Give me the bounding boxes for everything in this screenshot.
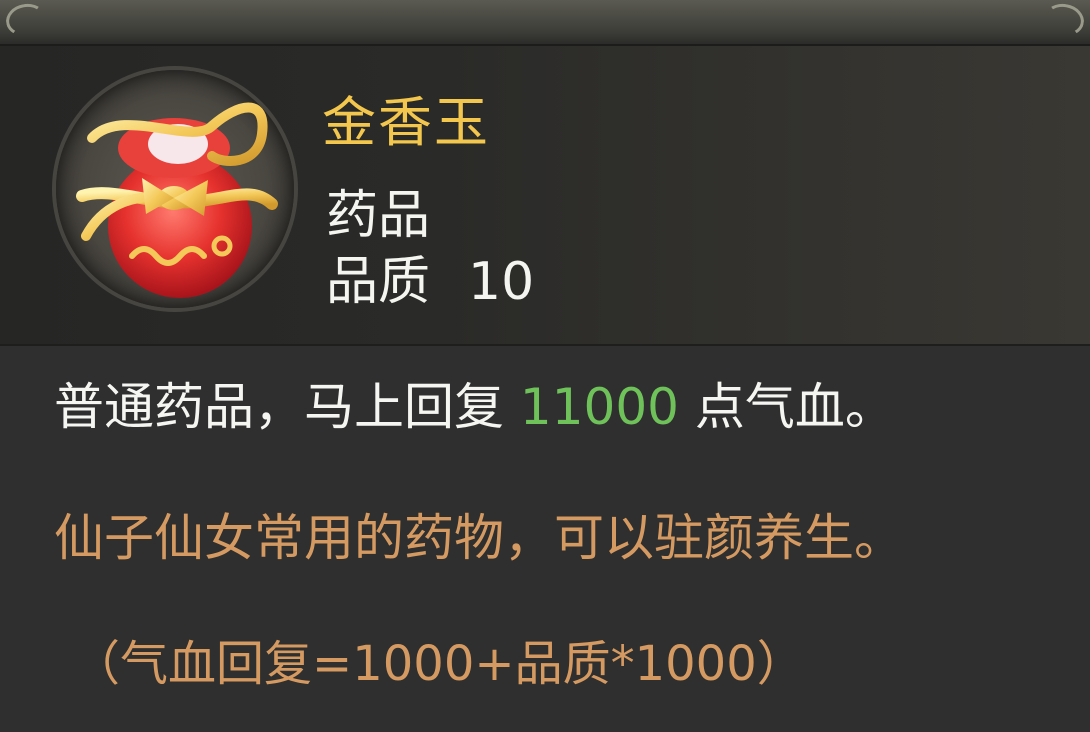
item-type: 药品 [326, 186, 431, 246]
effect-text-before: 普通药品，马上回复 [54, 378, 520, 436]
item-lore-text: 仙子仙女常用的药物，可以驻颜养生。 [54, 509, 904, 567]
gift-pouch-icon [76, 102, 278, 298]
effect-text-after: 点气血。 [678, 378, 895, 436]
tooltip-top-frame [0, 0, 1090, 46]
frame-corner-ornament [3, 0, 49, 40]
item-quality: 品质 10 [326, 256, 534, 308]
heal-formula: （气血回复=1000+品质*1000） [72, 636, 805, 692]
item-effect-description: 普通药品，马上回复 11000 点气血。 [54, 374, 1034, 440]
quality-label: 品质 [326, 252, 431, 312]
heal-amount: 11000 [519, 378, 679, 436]
item-name: 金香玉 [322, 91, 490, 154]
quality-value: 10 [468, 252, 535, 312]
frame-corner-ornament [1041, 0, 1087, 40]
